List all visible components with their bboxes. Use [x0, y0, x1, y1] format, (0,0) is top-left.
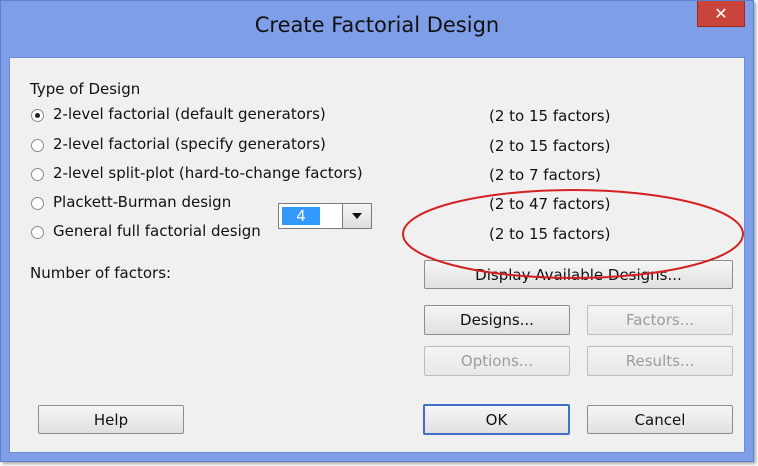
radio-general-full-factorial[interactable] [31, 226, 44, 239]
close-icon: ✕ [714, 4, 728, 23]
dialog-body: Type of Design 2-level factorial (defaul… [9, 57, 745, 453]
dialog-title: Create Factorial Design [254, 13, 500, 37]
chevron-down-icon [352, 213, 362, 219]
display-available-designs-button[interactable]: Display Available Designs... [424, 260, 733, 289]
number-of-factors-label: Number of factors: [30, 264, 172, 282]
factors-label: Factors... [625, 311, 695, 329]
close-button[interactable]: ✕ [697, 1, 745, 27]
designs-button[interactable]: Designs... [424, 305, 570, 335]
display-available-designs-label: Display Available Designs... [475, 265, 682, 284]
radio-split-plot[interactable] [31, 168, 44, 181]
option-range-plackett-burman: (2 to 47 factors) [489, 195, 611, 213]
ok-button[interactable]: OK [423, 404, 570, 435]
cancel-label: Cancel [634, 410, 686, 429]
option-label-split-plot[interactable]: 2-level split-plot (hard-to-change facto… [53, 164, 363, 182]
option-range-default-generators: (2 to 15 factors) [489, 107, 611, 125]
help-button[interactable]: Help [38, 405, 184, 434]
ok-label: OK [485, 410, 508, 429]
results-label: Results... [625, 352, 695, 370]
radio-specify-generators[interactable] [31, 139, 44, 152]
combo-dropdown-button[interactable] [342, 204, 371, 228]
designs-label: Designs... [460, 311, 534, 329]
design-type-heading: Type of Design [30, 80, 141, 98]
title-bar[interactable]: Create Factorial Design ✕ [1, 1, 753, 57]
options-label: Options... [460, 352, 534, 370]
help-label: Help [93, 410, 129, 429]
radio-plackett-burman[interactable] [31, 197, 44, 210]
option-label-specify-generators[interactable]: 2-level factorial (specify generators) [53, 135, 326, 153]
create-factorial-design-dialog: Create Factorial Design ✕ Type of Design… [0, 0, 754, 462]
option-range-specify-generators: (2 to 15 factors) [489, 137, 611, 155]
option-label-plackett-burman[interactable]: Plackett-Burman design [53, 193, 231, 211]
options-button[interactable]: Options... [424, 346, 570, 376]
cancel-button[interactable]: Cancel [587, 405, 733, 434]
radio-default-generators[interactable] [31, 109, 44, 122]
number-of-factors-value: 4 [282, 207, 320, 225]
results-button[interactable]: Results... [587, 346, 733, 376]
option-label-default-generators[interactable]: 2-level factorial (default generators) [53, 105, 326, 123]
factors-button[interactable]: Factors... [587, 305, 733, 335]
number-of-factors-select[interactable]: 4 [278, 203, 372, 229]
option-label-general-full-factorial[interactable]: General full factorial design [53, 222, 261, 240]
option-range-split-plot: (2 to 7 factors) [489, 166, 601, 184]
option-range-general-full-factorial: (2 to 15 factors) [489, 225, 611, 243]
